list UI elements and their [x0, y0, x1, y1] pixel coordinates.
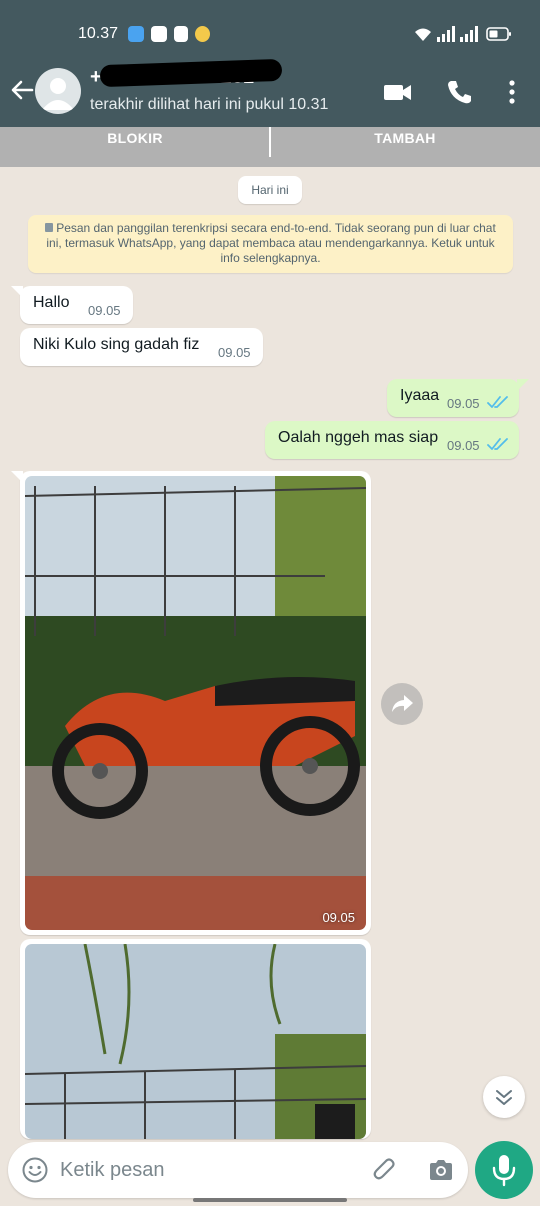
- motorcycle-photo: [25, 944, 366, 1139]
- signal-icon: [460, 26, 478, 42]
- message-text: Niki Kulo sing gadah fiz: [33, 336, 200, 353]
- incoming-message[interactable]: Niki Kulo sing gadah fiz 09.05: [20, 328, 263, 366]
- unknown-contact-actions: BLOKIR TAMBAH: [0, 127, 540, 167]
- avatar-icon: [42, 78, 74, 110]
- bubble-tail: [517, 379, 529, 391]
- wifi-icon: [415, 28, 431, 41]
- camera-icon[interactable]: [427, 1156, 455, 1184]
- gesture-nav-handle: [193, 1198, 347, 1202]
- last-seen-status: terakhir dilihat hari ini pukul 10.31: [90, 96, 329, 113]
- notification-icon: [128, 26, 144, 42]
- more-vert-icon[interactable]: [497, 78, 527, 106]
- message-input[interactable]: [60, 1156, 350, 1184]
- notification-icon: [174, 26, 188, 42]
- message-time: 09.05: [88, 303, 121, 318]
- emoji-icon[interactable]: [21, 1156, 49, 1184]
- mic-icon: [492, 1155, 516, 1187]
- signal-icon: [437, 26, 455, 42]
- scroll-to-bottom-button[interactable]: [483, 1076, 525, 1118]
- attach-icon[interactable]: [371, 1156, 399, 1184]
- image-message[interactable]: 09.05: [20, 471, 371, 935]
- back-arrow-icon[interactable]: [8, 76, 36, 104]
- avatar[interactable]: [35, 68, 81, 114]
- motorcycle-photo: [25, 476, 366, 930]
- status-bar: 10.37: [0, 0, 540, 60]
- message-text: Oalah nggeh mas siap: [278, 429, 439, 446]
- message-text: Hallo: [33, 294, 70, 311]
- message-time: 09.05: [447, 438, 480, 453]
- phone-icon[interactable]: [445, 78, 475, 106]
- message-time: 09.05: [322, 910, 355, 925]
- image-message[interactable]: [20, 939, 371, 1139]
- battery-icon: [486, 27, 511, 41]
- video-call-icon[interactable]: [383, 78, 413, 106]
- encryption-notice-text: Pesan dan panggilan terenkripsi secara e…: [46, 221, 496, 265]
- bubble-tail: [11, 471, 23, 483]
- encryption-notice[interactable]: Pesan dan panggilan terenkripsi secara e…: [28, 215, 513, 273]
- add-contact-button[interactable]: TAMBAH: [270, 127, 540, 167]
- message-time: 09.05: [447, 396, 480, 411]
- chat-header: 10.37 +62 896-5797-201 terakhir dilihat …: [0, 0, 540, 127]
- bubble-tail: [11, 286, 23, 298]
- outgoing-message[interactable]: Iyaaa 09.05: [387, 379, 519, 417]
- emoji-notification-icon: [195, 26, 210, 42]
- status-time: 10.37: [78, 25, 119, 42]
- incoming-message[interactable]: Hallo 09.05: [20, 286, 133, 324]
- lock-icon: [45, 223, 54, 232]
- redaction-scribble: [99, 58, 283, 88]
- message-composer: [8, 1142, 468, 1198]
- date-chip: Hari ini: [238, 176, 302, 204]
- forward-icon: [392, 695, 413, 712]
- double-chevron-down-icon: [496, 1090, 512, 1105]
- outgoing-message[interactable]: Oalah nggeh mas siap 09.05: [265, 421, 519, 459]
- block-button[interactable]: BLOKIR: [0, 127, 270, 167]
- youtube-icon: [151, 26, 167, 42]
- message-text: Iyaaa: [400, 387, 440, 404]
- read-ticks-icon: [487, 438, 508, 450]
- voice-record-button[interactable]: [475, 1141, 533, 1199]
- forward-button[interactable]: [381, 683, 423, 725]
- read-ticks-icon: [487, 396, 508, 408]
- message-time: 09.05: [218, 345, 251, 360]
